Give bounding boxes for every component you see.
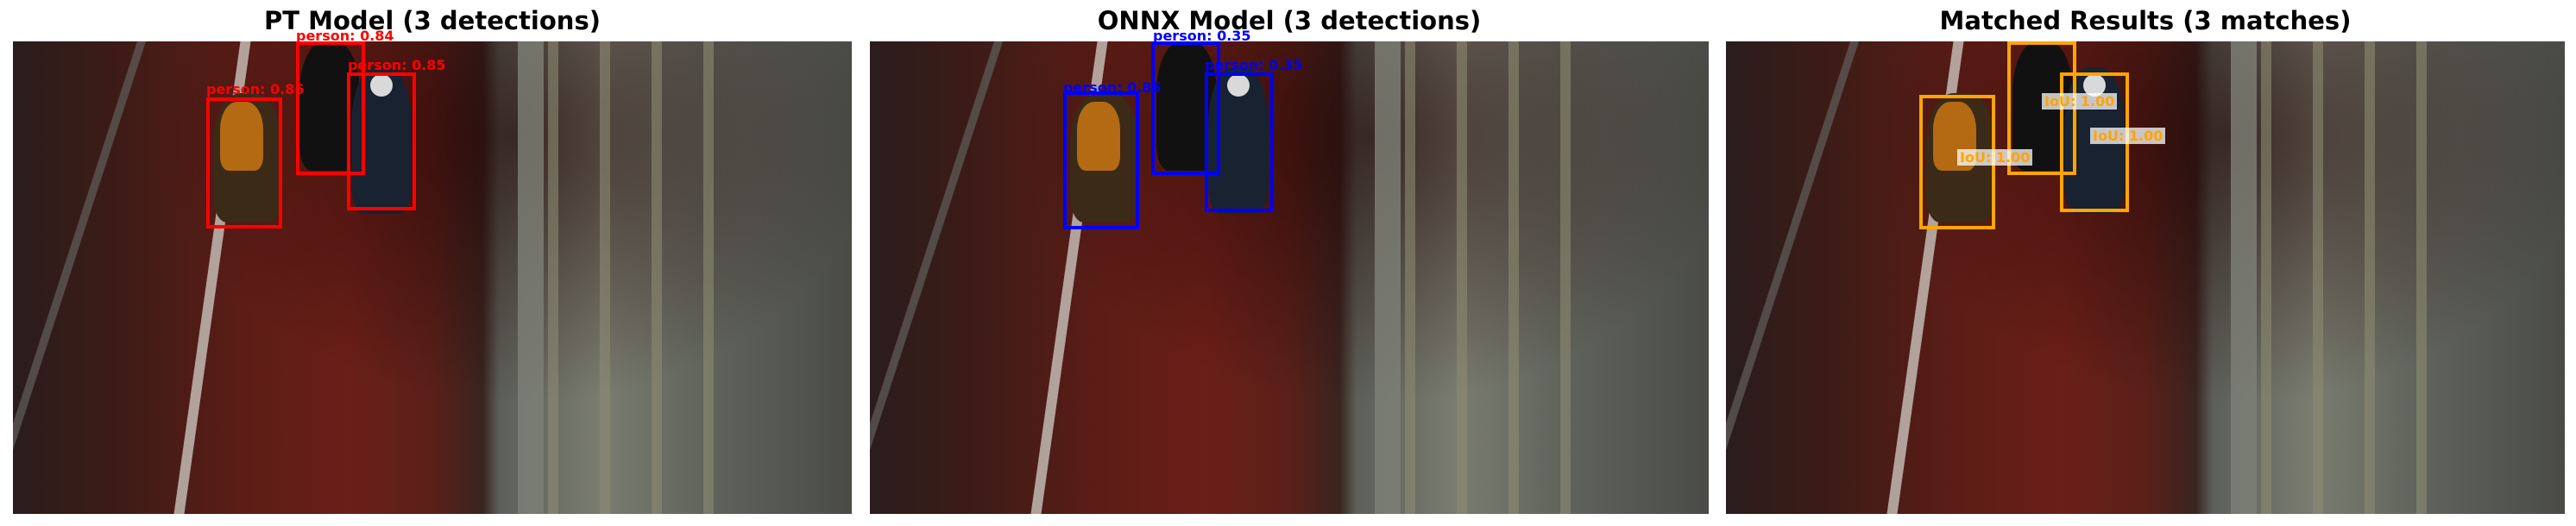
onnx-label-3: person: 0.35	[1205, 57, 1303, 73]
pt-detection-box-1	[206, 97, 282, 229]
pt-label-3: person: 0.85	[348, 57, 446, 73]
onnx-panel-title: ONNX Model (3 detections)	[1097, 6, 1482, 35]
pt-panel-title: PT Model (3 detections)	[264, 6, 601, 35]
onnx-camera-image	[870, 41, 1709, 514]
pt-model-panel: PT Model (3 detections) person: 0.86 per…	[13, 0, 852, 526]
onnx-detection-box-1	[1063, 91, 1139, 229]
onnx-model-panel: ONNX Model (3 detections) person: 0.86 p…	[870, 0, 1709, 526]
iou-label-1: IoU: 1.00	[1957, 149, 2033, 166]
iou-label-3: IoU: 1.00	[2090, 128, 2166, 144]
pt-detection-box-3	[347, 72, 416, 210]
onnx-detection-box-3	[1205, 72, 1274, 212]
matched-camera-image	[1726, 41, 2565, 514]
pt-camera-image	[13, 41, 852, 514]
onnx-label-1: person: 0.86	[1063, 79, 1162, 96]
matched-panel-title: Matched Results (3 matches)	[1939, 6, 2352, 35]
iou-label-2: IoU: 1.00	[2042, 93, 2118, 110]
matched-results-panel: Matched Results (3 matches) IoU: 1.00 Io…	[1726, 0, 2565, 526]
pt-label-1: person: 0.86	[206, 81, 305, 97]
